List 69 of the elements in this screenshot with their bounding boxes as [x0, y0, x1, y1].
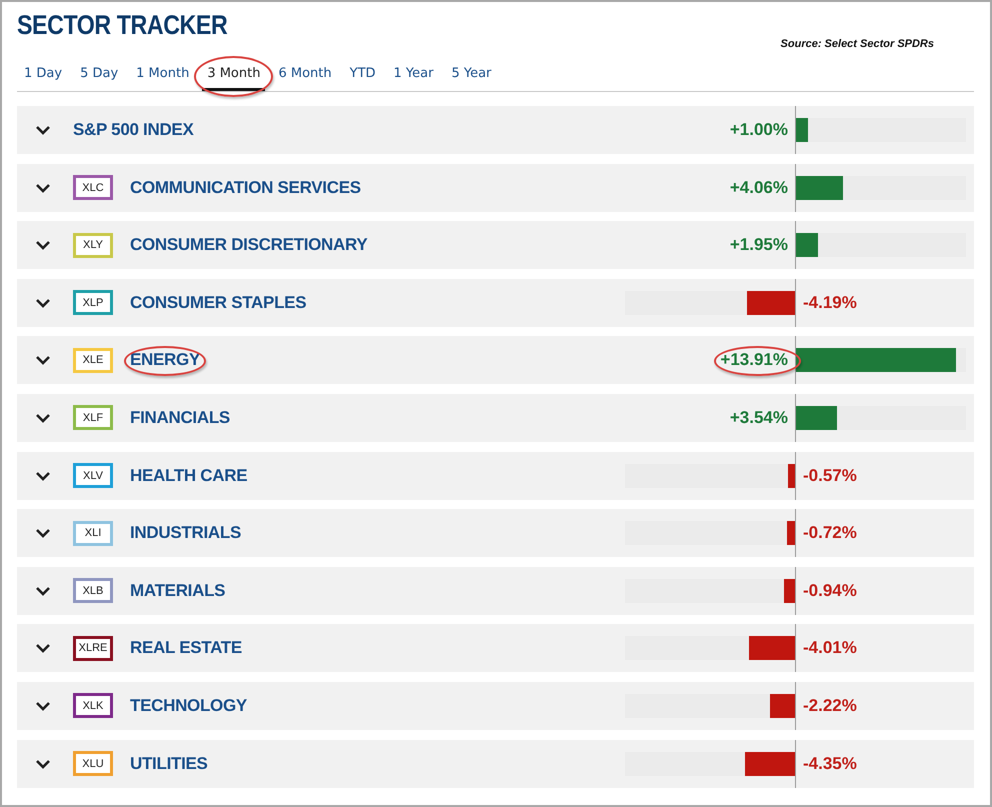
sector-row[interactable]: XLC COMMUNICATION SERVICES +4.06%	[17, 164, 974, 212]
chevron-icon[interactable]	[35, 182, 51, 193]
sector-row[interactable]: XLF FINANCIALS +3.54%	[17, 394, 974, 442]
sector-name[interactable]: CONSUMER STAPLES	[130, 292, 306, 313]
sector-name[interactable]: ENERGY	[130, 350, 200, 370]
sector-row[interactable]: S&P 500 INDEX +1.00%	[17, 106, 974, 154]
ticker-badge: XLP	[73, 290, 113, 316]
period-tab[interactable]: YTD	[344, 60, 381, 91]
ticker-badge: XLRE	[73, 636, 113, 661]
chevron-icon[interactable]	[35, 125, 51, 135]
change-value: +1.95%	[730, 235, 788, 256]
sector-name[interactable]: HEALTH CARE	[130, 466, 248, 486]
chevron-icon[interactable]	[35, 700, 51, 711]
change-value: -4.01%	[803, 638, 857, 658]
change-value: -0.94%	[803, 580, 857, 601]
chevron-icon[interactable]	[35, 240, 51, 250]
chevron-icon[interactable]	[35, 470, 51, 481]
sector-row[interactable]: XLY CONSUMER DISCRETIONARY +1.95%	[17, 221, 974, 270]
sector-name[interactable]: FINANCIALS	[130, 408, 230, 428]
chevron-icon[interactable]	[35, 355, 51, 366]
ticker-badge: XLV	[73, 463, 113, 488]
change-value: -0.72%	[803, 523, 857, 544]
sector-row[interactable]: XLI INDUSTRIALS -0.72%	[17, 509, 974, 558]
change-value: +13.91%	[720, 350, 788, 370]
change-value: +4.06%	[730, 178, 788, 198]
sector-name[interactable]: COMMUNICATION SERVICES	[130, 178, 361, 198]
sector-name[interactable]: MATERIALS	[130, 580, 226, 601]
ticker-badge: XLF	[73, 405, 113, 430]
chevron-icon[interactable]	[35, 586, 51, 596]
ticker-badge: XLY	[73, 232, 113, 258]
sector-name[interactable]: CONSUMER DISCRETIONARY	[130, 235, 368, 256]
change-value: -4.19%	[803, 292, 857, 313]
chevron-icon[interactable]	[35, 412, 51, 423]
ticker-badge: XLI	[73, 520, 113, 546]
chevron-icon[interactable]	[35, 758, 51, 769]
change-value: -4.35%	[803, 754, 857, 774]
chevron-icon[interactable]	[35, 298, 51, 308]
sector-row[interactable]: XLRE REAL ESTATE -4.01%	[17, 624, 974, 672]
period-tab[interactable]: 5 Day	[75, 60, 124, 91]
period-tab[interactable]: 5 Year	[446, 60, 496, 91]
period-tab[interactable]: 1 Month	[131, 60, 194, 91]
change-value: -2.22%	[803, 696, 857, 716]
chevron-icon[interactable]	[35, 528, 51, 538]
sector-name[interactable]: S&P 500 INDEX	[73, 120, 194, 140]
ticker-badge: XLE	[73, 348, 113, 373]
sector-row[interactable]: XLU UTILITIES -4.35%	[17, 740, 974, 788]
change-value: +1.00%	[730, 120, 788, 140]
ticker-badge: XLU	[73, 751, 113, 776]
sector-row[interactable]: XLK TECHNOLOGY -2.22%	[17, 682, 974, 730]
sector-name[interactable]: INDUSTRIALS	[130, 523, 241, 544]
sector-row[interactable]: XLP CONSUMER STAPLES -4.19%	[17, 278, 974, 327]
sector-row[interactable]: XLB MATERIALS -0.94%	[17, 566, 974, 615]
chevron-icon[interactable]	[35, 643, 51, 654]
period-tab[interactable]: 6 Month	[273, 60, 337, 91]
ticker-badge: XLB	[73, 578, 113, 604]
page-title: SECTOR TRACKER	[17, 9, 228, 42]
sector-row[interactable]: XLV HEALTH CARE -0.57%	[17, 452, 974, 500]
ticker-badge: XLK	[73, 693, 113, 718]
change-value: +3.54%	[730, 408, 788, 428]
sector-name[interactable]: REAL ESTATE	[130, 638, 242, 658]
ticker-badge: XLC	[73, 175, 113, 200]
period-tab[interactable]: 1 Year	[388, 60, 438, 91]
period-tab[interactable]: 1 Day	[19, 60, 68, 91]
change-value: -0.57%	[803, 466, 857, 486]
source-note: Source: Select Sector SPDRs	[780, 38, 934, 50]
period-tab[interactable]: 3 Month	[202, 60, 266, 91]
sector-name[interactable]: TECHNOLOGY	[130, 696, 247, 716]
sector-name[interactable]: UTILITIES	[130, 754, 208, 774]
sector-row[interactable]: XLE ENERGY +13.91%	[17, 336, 974, 384]
